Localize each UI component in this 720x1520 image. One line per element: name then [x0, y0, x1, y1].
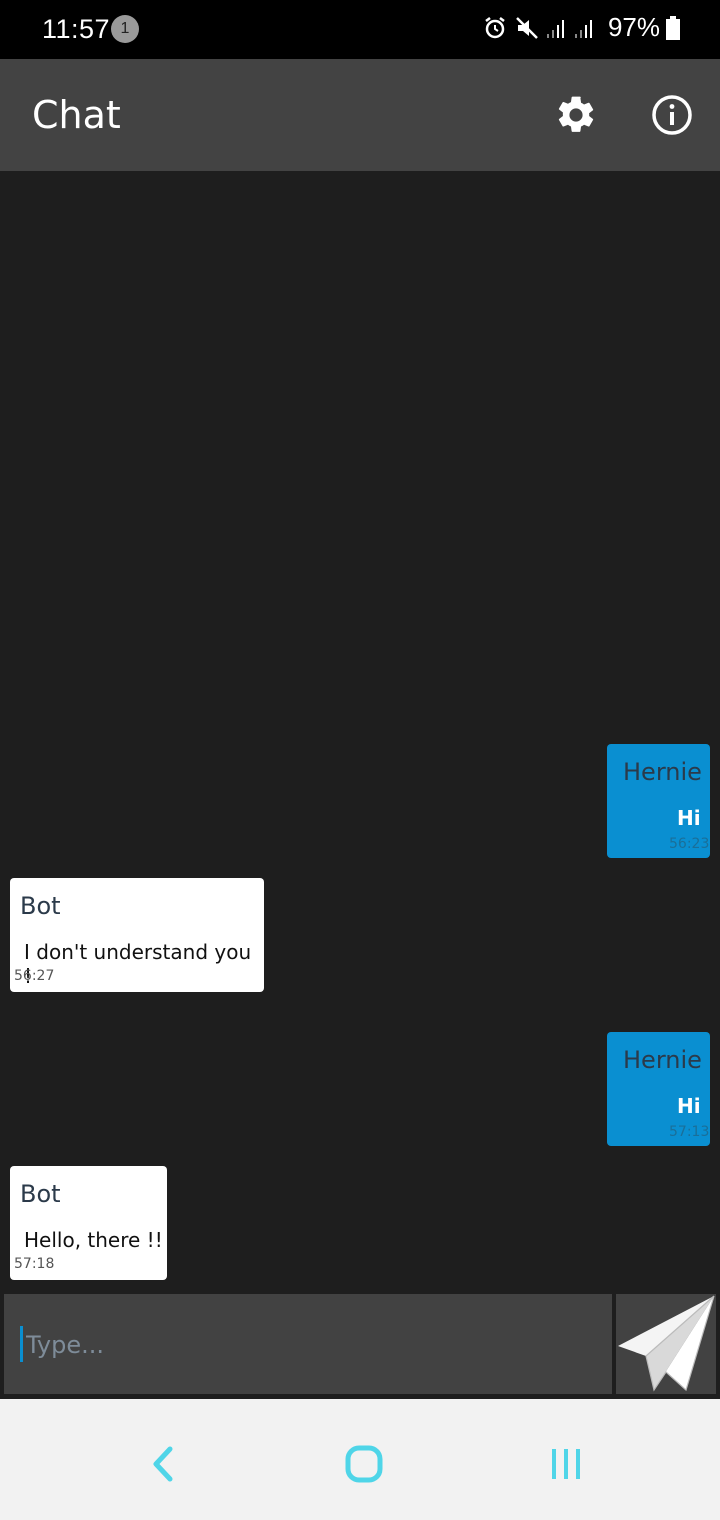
back-icon [153, 1446, 173, 1482]
message-sender: Bot [20, 1180, 61, 1208]
recent-apps-icon [552, 1449, 580, 1479]
text-cursor [20, 1326, 23, 1362]
info-button[interactable] [650, 93, 694, 137]
message-time: 57:18 [14, 1256, 55, 1272]
status-time: 11:57 [42, 14, 111, 44]
notification-badge: 1 [111, 15, 139, 43]
paper-plane-icon [618, 1295, 715, 1392]
status-icons: 97% [482, 12, 680, 43]
info-icon [652, 95, 692, 135]
message-time: 56:23 [669, 836, 710, 852]
battery-icon [666, 15, 680, 40]
send-button[interactable] [616, 1294, 716, 1394]
gear-icon [558, 96, 594, 132]
chat-screen: 11:57 1 97% Chat Hernie Hi 56:23 Bot I d… [0, 0, 720, 1520]
settings-button[interactable] [554, 93, 598, 137]
system-nav-bar [0, 1399, 720, 1520]
message-sender: Hernie [623, 758, 702, 786]
message-text: Hi [677, 1094, 701, 1118]
message-bubble-bot: Bot I don't understand you ! 56:27 [10, 878, 264, 992]
message-text: I don't understand you ! [24, 940, 252, 988]
battery-percent: 97% [607, 12, 660, 42]
message-text: Hello, there !! [24, 1228, 163, 1252]
home-icon [345, 1445, 383, 1483]
message-text: Hi [677, 806, 701, 830]
status-bar: 11:57 1 97% [0, 0, 720, 59]
message-sender: Bot [20, 892, 61, 920]
message-composer [4, 1294, 612, 1394]
message-sender: Hernie [623, 1046, 702, 1074]
signal-icon [574, 19, 592, 38]
app-bar: Chat [0, 59, 720, 171]
signal-icon [546, 19, 564, 38]
mute-icon [516, 16, 538, 39]
message-time: 57:13 [669, 1124, 710, 1140]
recent-apps-button[interactable] [541, 1439, 591, 1489]
home-button[interactable] [339, 1439, 389, 1489]
message-bubble-user: Hernie Hi 57:13 [607, 1032, 710, 1146]
message-bubble-user: Hernie Hi 56:23 [607, 744, 710, 858]
back-button[interactable] [138, 1439, 188, 1489]
page-title: Chat [32, 93, 121, 137]
message-bubble-bot: Bot Hello, there !! 57:18 [10, 1166, 167, 1280]
alarm-icon [485, 16, 505, 38]
message-time: 56:27 [14, 968, 55, 984]
message-input[interactable] [24, 1322, 598, 1368]
